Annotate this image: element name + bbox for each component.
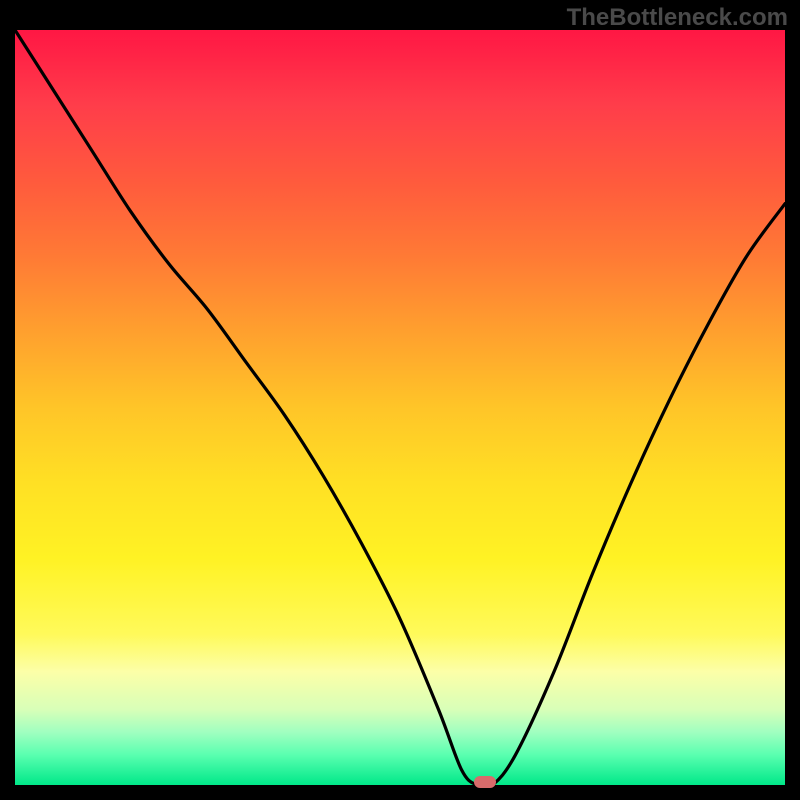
watermark-text: TheBottleneck.com	[567, 4, 788, 32]
plot-area	[15, 30, 785, 785]
bottleneck-curve	[15, 30, 785, 785]
optimal-marker	[474, 776, 496, 788]
chart-container: TheBottleneck.com	[0, 0, 800, 800]
